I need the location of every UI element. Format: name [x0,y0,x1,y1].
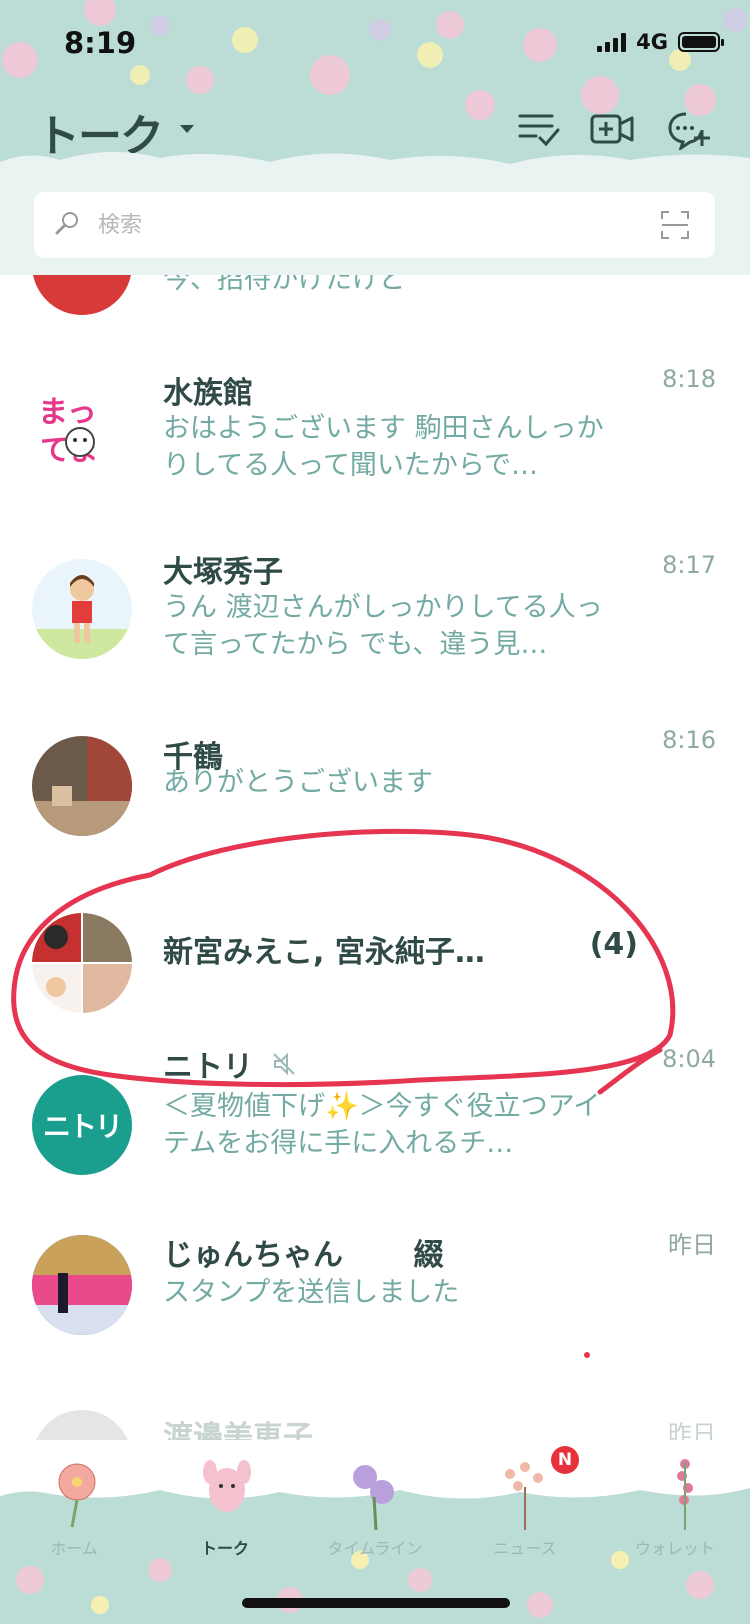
nav-item-home[interactable]: ホーム [9,1535,139,1559]
nav-item-timeline[interactable]: タイムライン [310,1535,440,1559]
news-icon[interactable] [490,1452,560,1532]
home-indicator[interactable] [242,1598,510,1608]
nav-item-wallet[interactable]: ウォレット [610,1535,740,1559]
nav-item-talk[interactable]: トーク [160,1535,290,1559]
wallet-icon[interactable] [650,1452,720,1532]
nav-item-news[interactable]: ニュース [460,1535,590,1559]
home-icon[interactable] [42,1452,112,1532]
annotation-circle [11,828,676,1358]
news-badge: N [551,1446,579,1474]
talk-icon[interactable] [192,1452,262,1532]
timeline-icon[interactable] [340,1452,410,1532]
